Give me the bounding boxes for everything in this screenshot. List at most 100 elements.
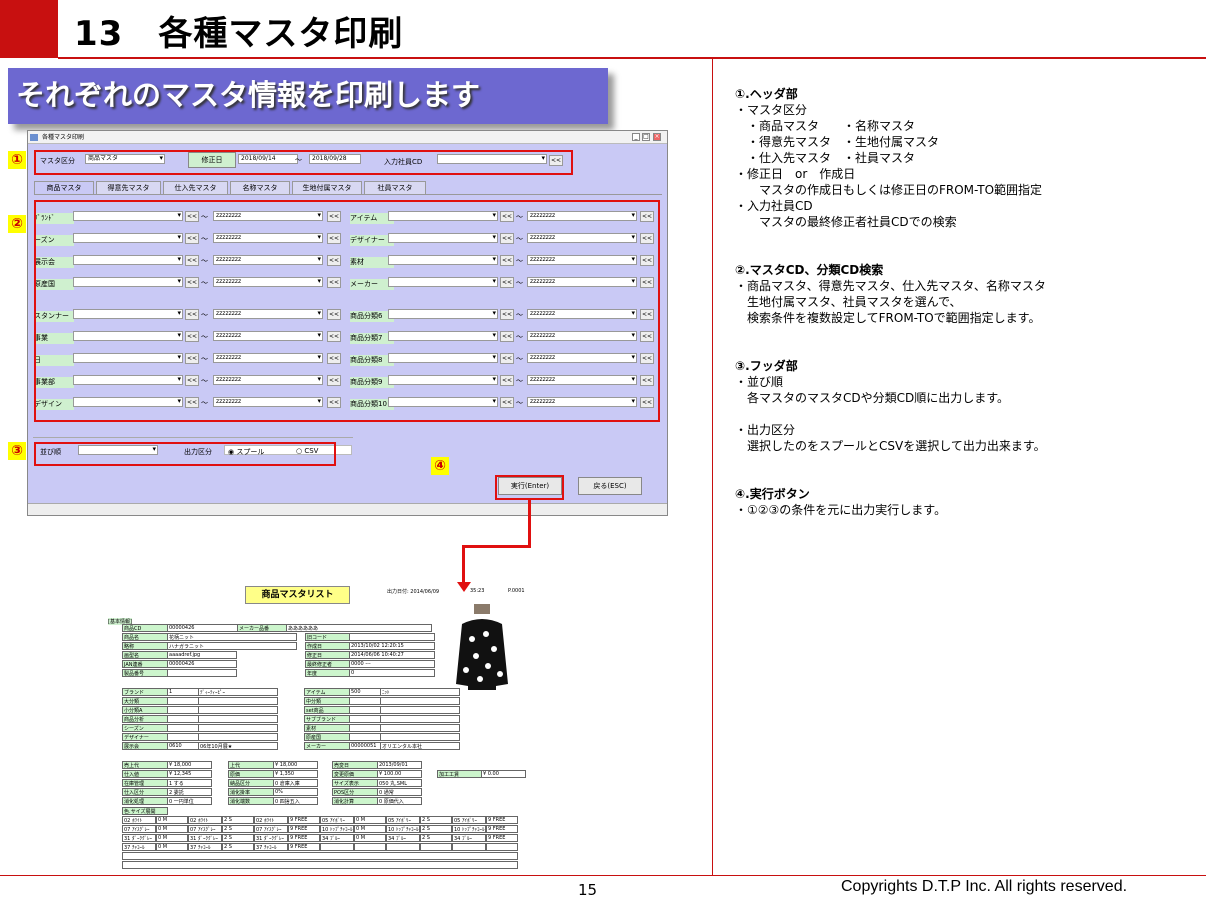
- report-basic-label: 商品CD: [122, 624, 168, 632]
- report-price3-label: サイズ表示: [332, 779, 378, 787]
- report-color-cell: 34 ﾌﾞﾙｰ: [320, 834, 354, 842]
- report-color-cell: [320, 843, 354, 851]
- maximize-icon[interactable]: □: [642, 133, 650, 141]
- report-attr-left-label: 商品分析: [122, 715, 168, 723]
- report-maker-label: メーカー品番: [237, 624, 287, 632]
- report-price2-label: 消化掛率: [228, 788, 274, 796]
- report-price1-label: 消化処理: [122, 797, 168, 805]
- report-attr-left-code: [167, 715, 199, 723]
- explanation-line: ・①②③の条件を元に出力実行します。: [735, 503, 947, 517]
- report-attr-left-name: [198, 724, 278, 732]
- report-attr-left-code: [167, 697, 199, 705]
- back-button[interactable]: 戻る(ESC): [578, 477, 642, 495]
- report-price2-value: 0%: [273, 788, 318, 796]
- tab-fabric-master[interactable]: 生地付属マスタ: [292, 181, 362, 195]
- report-basic-value: aaaadref.jpg: [167, 651, 237, 659]
- report-color-cell: 2 S: [222, 834, 254, 842]
- report-color-cell: 9 FREE: [486, 825, 518, 833]
- report-color-cell: 2 S: [222, 816, 254, 824]
- report-color-cell: 0 M: [156, 825, 188, 833]
- report-price3-value: ¥ 100.00: [377, 770, 422, 778]
- report-color-cell: 10 ﾄｯﾌﾟﾁｬｺｰﾙ: [386, 825, 420, 833]
- report-attr-right-code: [349, 697, 381, 705]
- marker-4: ④: [431, 457, 449, 475]
- explanation-line: ・修正日 or 作成日: [735, 167, 856, 181]
- footer-separator: [33, 437, 353, 438]
- header-highlight-box: [34, 150, 573, 175]
- minimize-icon[interactable]: _: [632, 133, 640, 141]
- report-attr-left-name: 06年10月展★: [198, 742, 278, 750]
- tab-name-master[interactable]: 名称マスタ: [230, 181, 290, 195]
- report-price2-value: 0 四捨五入: [273, 797, 318, 805]
- explanation-line: 各マスタのマスタCDや分類CD順に出力します。: [735, 391, 1010, 405]
- report-color-cell: 2 S: [222, 843, 254, 851]
- explanation-line: ・得意先マスタ ・生地付属マスタ: [735, 135, 940, 149]
- window-titlebar: 各種マスタ印刷: [28, 131, 667, 144]
- report-price1-value: 0 一円単位: [167, 797, 212, 805]
- report-basic2-label: 最終修正者: [305, 660, 350, 668]
- report-attr-right-label: サブブランド: [304, 715, 350, 723]
- report-price1-value: 1 する: [167, 779, 212, 787]
- report-price2-label: 原価: [228, 770, 274, 778]
- report-color-cell: [386, 843, 420, 851]
- report-attr-left-name: [198, 706, 278, 714]
- report-color-cell: 2 S: [222, 825, 254, 833]
- report-attr-left-code: 1: [167, 688, 199, 696]
- report-basic-value: ハナガラニット: [167, 642, 297, 650]
- explanation-line: ・マスタ区分: [735, 103, 808, 117]
- report-print-date: 出力日付: 2014/06/09: [387, 589, 440, 595]
- report-color-cell: 05 ｱｲﾎﾞﾘｰ: [320, 816, 354, 824]
- report-price1-label: 仕入値: [122, 770, 168, 778]
- report-price3-label: 売変日: [332, 761, 378, 769]
- report-basic-value: [167, 669, 237, 677]
- tab-employee-master[interactable]: 社員マスタ: [364, 181, 426, 195]
- explanation-line: ②.マスタCD、分類CD検索: [735, 263, 884, 277]
- report-basic-label: 製品番号: [122, 669, 168, 677]
- report-color-cell: 05 ｱｲﾎﾞﾘｰ: [452, 816, 486, 824]
- report-color-cell: 34 ﾌﾞﾙｰ: [386, 834, 420, 842]
- subtitle-banner-text: それぞれのマスタ情報を印刷します: [16, 78, 481, 112]
- report-price1-label: 仕入区分: [122, 788, 168, 796]
- report-color-cell: 0 M: [354, 834, 386, 842]
- footer-line: [0, 875, 1206, 876]
- report-attr-right-label: 中分類: [304, 697, 350, 705]
- report-basic2-label: 年度: [305, 669, 350, 677]
- report-attr-left-name: [198, 733, 278, 741]
- report-attr-right-code: 500: [349, 688, 381, 696]
- report-page-no: P.0001: [508, 588, 525, 594]
- report-color-cell: 9 FREE: [288, 825, 320, 833]
- report-color-cell: 37 ﾁｬｺｰﾙ: [254, 843, 288, 851]
- report-attr-left-label: 展示会: [122, 742, 168, 750]
- report-basic2-value: 0: [349, 669, 435, 677]
- report-color-cell: 0 M: [354, 825, 386, 833]
- report-attr-left-label: デザイナー: [122, 733, 168, 741]
- report-color-cell: 31 ﾀﾞｰｸｸﾞﾚｰ: [188, 834, 222, 842]
- footer-highlight-box: [34, 442, 336, 466]
- explanation-line: ・並び順: [735, 375, 784, 389]
- report-color-cell: 07 ｱｲｽｸﾞﾚｰ: [122, 825, 156, 833]
- report-price3-label: 変更原価: [332, 770, 378, 778]
- report-basic2-value: 0000 ---: [349, 660, 435, 668]
- report-title: 商品マスタリスト: [245, 586, 350, 604]
- report-color-cell: 9 FREE: [486, 816, 518, 824]
- report-attr-right-name: ﾆｯﾄ: [380, 688, 460, 696]
- report-color-cell: [452, 843, 486, 851]
- report-print-time: 35:23: [470, 588, 485, 594]
- tab-product-master[interactable]: 商品マスタ: [34, 181, 94, 195]
- report-empty-row: [122, 852, 518, 860]
- vertical-divider: [712, 59, 713, 876]
- tab-customer-master[interactable]: 得意先マスタ: [96, 181, 161, 195]
- close-icon[interactable]: ×: [653, 133, 661, 141]
- report-color-cell: 2 S: [420, 825, 452, 833]
- report-color-cell: 10 ﾄｯﾌﾟﾁｬｺｰﾙ: [452, 825, 486, 833]
- report-basic-label: JAN連番: [122, 660, 168, 668]
- report-price2-label: 上代: [228, 761, 274, 769]
- report-attr-left-label: 大分類: [122, 697, 168, 705]
- report-color-cell: 0 M: [156, 816, 188, 824]
- report-price1-label: 在庫管理: [122, 779, 168, 787]
- report-color-cell: [420, 843, 452, 851]
- tab-supplier-master[interactable]: 仕入先マスタ: [163, 181, 228, 195]
- arrow-segment-left: [462, 545, 531, 548]
- report-attr-left-code: 0610: [167, 742, 199, 750]
- report-proc-label: 加工工賃: [437, 770, 482, 778]
